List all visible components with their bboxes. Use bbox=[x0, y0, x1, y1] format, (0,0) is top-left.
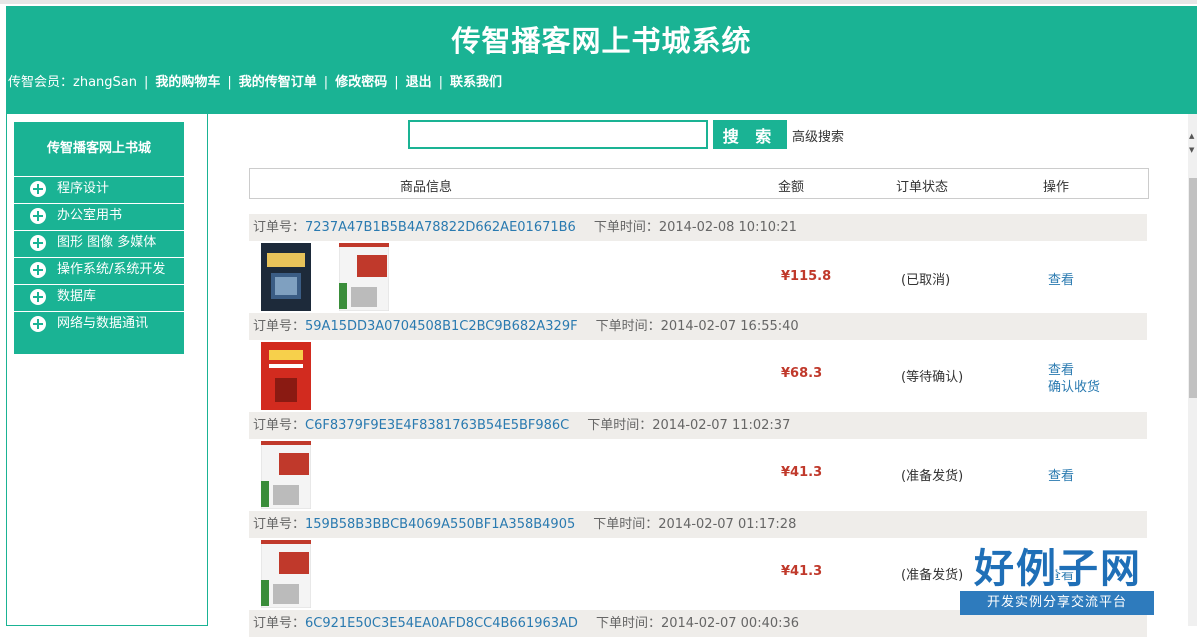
plus-circle-icon bbox=[30, 208, 46, 224]
contact-link[interactable]: 联系我们 bbox=[450, 71, 502, 90]
plus-circle-icon bbox=[30, 262, 46, 278]
member-label: 传智会员：zhangSan bbox=[8, 75, 137, 90]
java-book-cover[interactable] bbox=[339, 243, 389, 311]
order-row: ¥115.8 (已取消) 查看 bbox=[249, 241, 1147, 313]
order-status: (已取消) bbox=[901, 273, 951, 288]
java-book-cover[interactable] bbox=[261, 540, 311, 608]
order-header: 订单号：C6F8379F9E3E4F8381763B54E5BF986C 下单时间… bbox=[249, 412, 1147, 439]
view-order-link[interactable]: 查看 bbox=[1048, 269, 1074, 288]
order-number-link[interactable]: 6C921E50C3E54EA0AFD8CC4B661963AD bbox=[305, 616, 578, 631]
column-header-status: 订单状态 bbox=[896, 180, 949, 195]
category-item[interactable]: 图形 图像 多媒体 bbox=[14, 230, 184, 256]
order-time: 2014-02-08 10:10:21 bbox=[658, 220, 797, 235]
category-item[interactable]: 网络与数据通讯 bbox=[14, 311, 184, 337]
category-item[interactable]: 操作系统/系统开发 bbox=[14, 257, 184, 283]
order-number-link[interactable]: 159B58B3BBCB4069A550BF1A358B4905 bbox=[305, 517, 575, 532]
change-password-link[interactable]: 修改密码 bbox=[335, 71, 387, 90]
top-border bbox=[0, 0, 1197, 4]
order-number-link[interactable]: 7237A47B1B5B4A78822D662AE01671B6 bbox=[305, 220, 576, 235]
left-panel: 传智播客网上书城 程序设计 办公室用书 图形 图像 多媒体 操作系统/系统开发 … bbox=[6, 114, 208, 626]
advanced-search-link[interactable]: 高级搜索 bbox=[792, 126, 844, 145]
java-book-cover[interactable] bbox=[261, 441, 311, 509]
column-header-action: 操作 bbox=[1043, 180, 1070, 195]
category-item[interactable]: 程序设计 bbox=[14, 176, 184, 202]
category-menu: 传智播客网上书城 程序设计 办公室用书 图形 图像 多媒体 操作系统/系统开发 … bbox=[14, 122, 184, 354]
red-java-book-cover[interactable] bbox=[261, 342, 311, 410]
order-row: ¥68.3 (等待确认) 查看 确认收货 bbox=[249, 340, 1147, 412]
plus-circle-icon bbox=[30, 289, 46, 305]
category-item[interactable]: 办公室用书 bbox=[14, 203, 184, 229]
order-status: (等待确认) bbox=[901, 370, 964, 385]
order-price: ¥41.3 bbox=[781, 465, 823, 480]
order-number-link[interactable]: 59A15DD3A0704508B1C2BC9B682A329F bbox=[305, 319, 578, 334]
order-time: 2014-02-07 01:17:28 bbox=[658, 517, 797, 532]
confirm-receipt-link[interactable]: 确认收货 bbox=[1048, 376, 1100, 395]
logout-link[interactable]: 退出 bbox=[406, 71, 432, 90]
order-row: ¥41.3 (准备发货) 查看 bbox=[249, 439, 1147, 511]
site-title: 传智播客网上书城系统 bbox=[451, 24, 752, 58]
order-header: 订单号：7237A47B1B5B4A78822D662AE01671B6 下单时间… bbox=[249, 214, 1147, 241]
search-input[interactable] bbox=[408, 120, 708, 149]
plus-circle-icon bbox=[30, 235, 46, 251]
user-nav: 传智会员：zhangSan | 我的购物车 | 我的传智订单 | 修改密码 | 退出 | 联系我们 bbox=[8, 71, 502, 90]
scroll-thumb[interactable] bbox=[1189, 178, 1197, 398]
order-price: ¥41.3 bbox=[781, 564, 823, 579]
order-header: 订单号：59A15DD3A0704508B1C2BC9B682A329F 下单时间… bbox=[249, 313, 1147, 340]
search-button[interactable]: 搜 索 bbox=[713, 120, 787, 149]
column-header-goods: 商品信息 bbox=[400, 180, 453, 195]
watermark-logo-text: 好例子网 bbox=[974, 546, 1142, 592]
java-thinking-book-cover[interactable] bbox=[261, 243, 311, 311]
plus-circle-icon bbox=[30, 316, 46, 332]
cart-link[interactable]: 我的购物车 bbox=[155, 71, 220, 90]
order-time: 2014-02-07 11:02:37 bbox=[652, 418, 791, 433]
category-item[interactable]: 数据库 bbox=[14, 284, 184, 310]
view-order-link[interactable]: 查看 bbox=[1048, 465, 1074, 484]
order-price: ¥115.8 bbox=[781, 269, 832, 284]
order-status: (准备发货) bbox=[901, 469, 964, 484]
order-table-header: 商品信息 金额 订单状态 操作 bbox=[249, 168, 1149, 199]
order-number-link[interactable]: C6F8379F9E3E4F8381763B54E5BF986C bbox=[305, 418, 569, 433]
watermark-logo: 好例子网 开发实例分享交流平台 bbox=[958, 536, 1158, 620]
plus-circle-icon bbox=[30, 181, 46, 197]
my-orders-link[interactable]: 我的传智订单 bbox=[239, 71, 317, 90]
category-title: 传智播客网上书城 bbox=[46, 141, 151, 156]
order-price: ¥68.3 bbox=[781, 366, 823, 381]
site-header: 传智播客网上书城系统 传智会员：zhangSan | 我的购物车 | 我的传智订单 | 修改… bbox=[6, 6, 1197, 114]
order-header: 订单号：159B58B3BBCB4069A550BF1A358B4905 下单时间… bbox=[249, 511, 1147, 538]
scroll-up-icon[interactable]: ▲ bbox=[1189, 132, 1194, 140]
order-time: 2014-02-07 00:40:36 bbox=[660, 616, 800, 631]
column-header-amount: 金额 bbox=[778, 180, 805, 195]
watermark-logo-subtitle: 开发实例分享交流平台 bbox=[960, 591, 1154, 615]
scroll-down-icon[interactable]: ▼ bbox=[1189, 146, 1194, 154]
order-time: 2014-02-07 16:55:40 bbox=[660, 319, 799, 334]
order-status: (准备发货) bbox=[901, 568, 964, 583]
